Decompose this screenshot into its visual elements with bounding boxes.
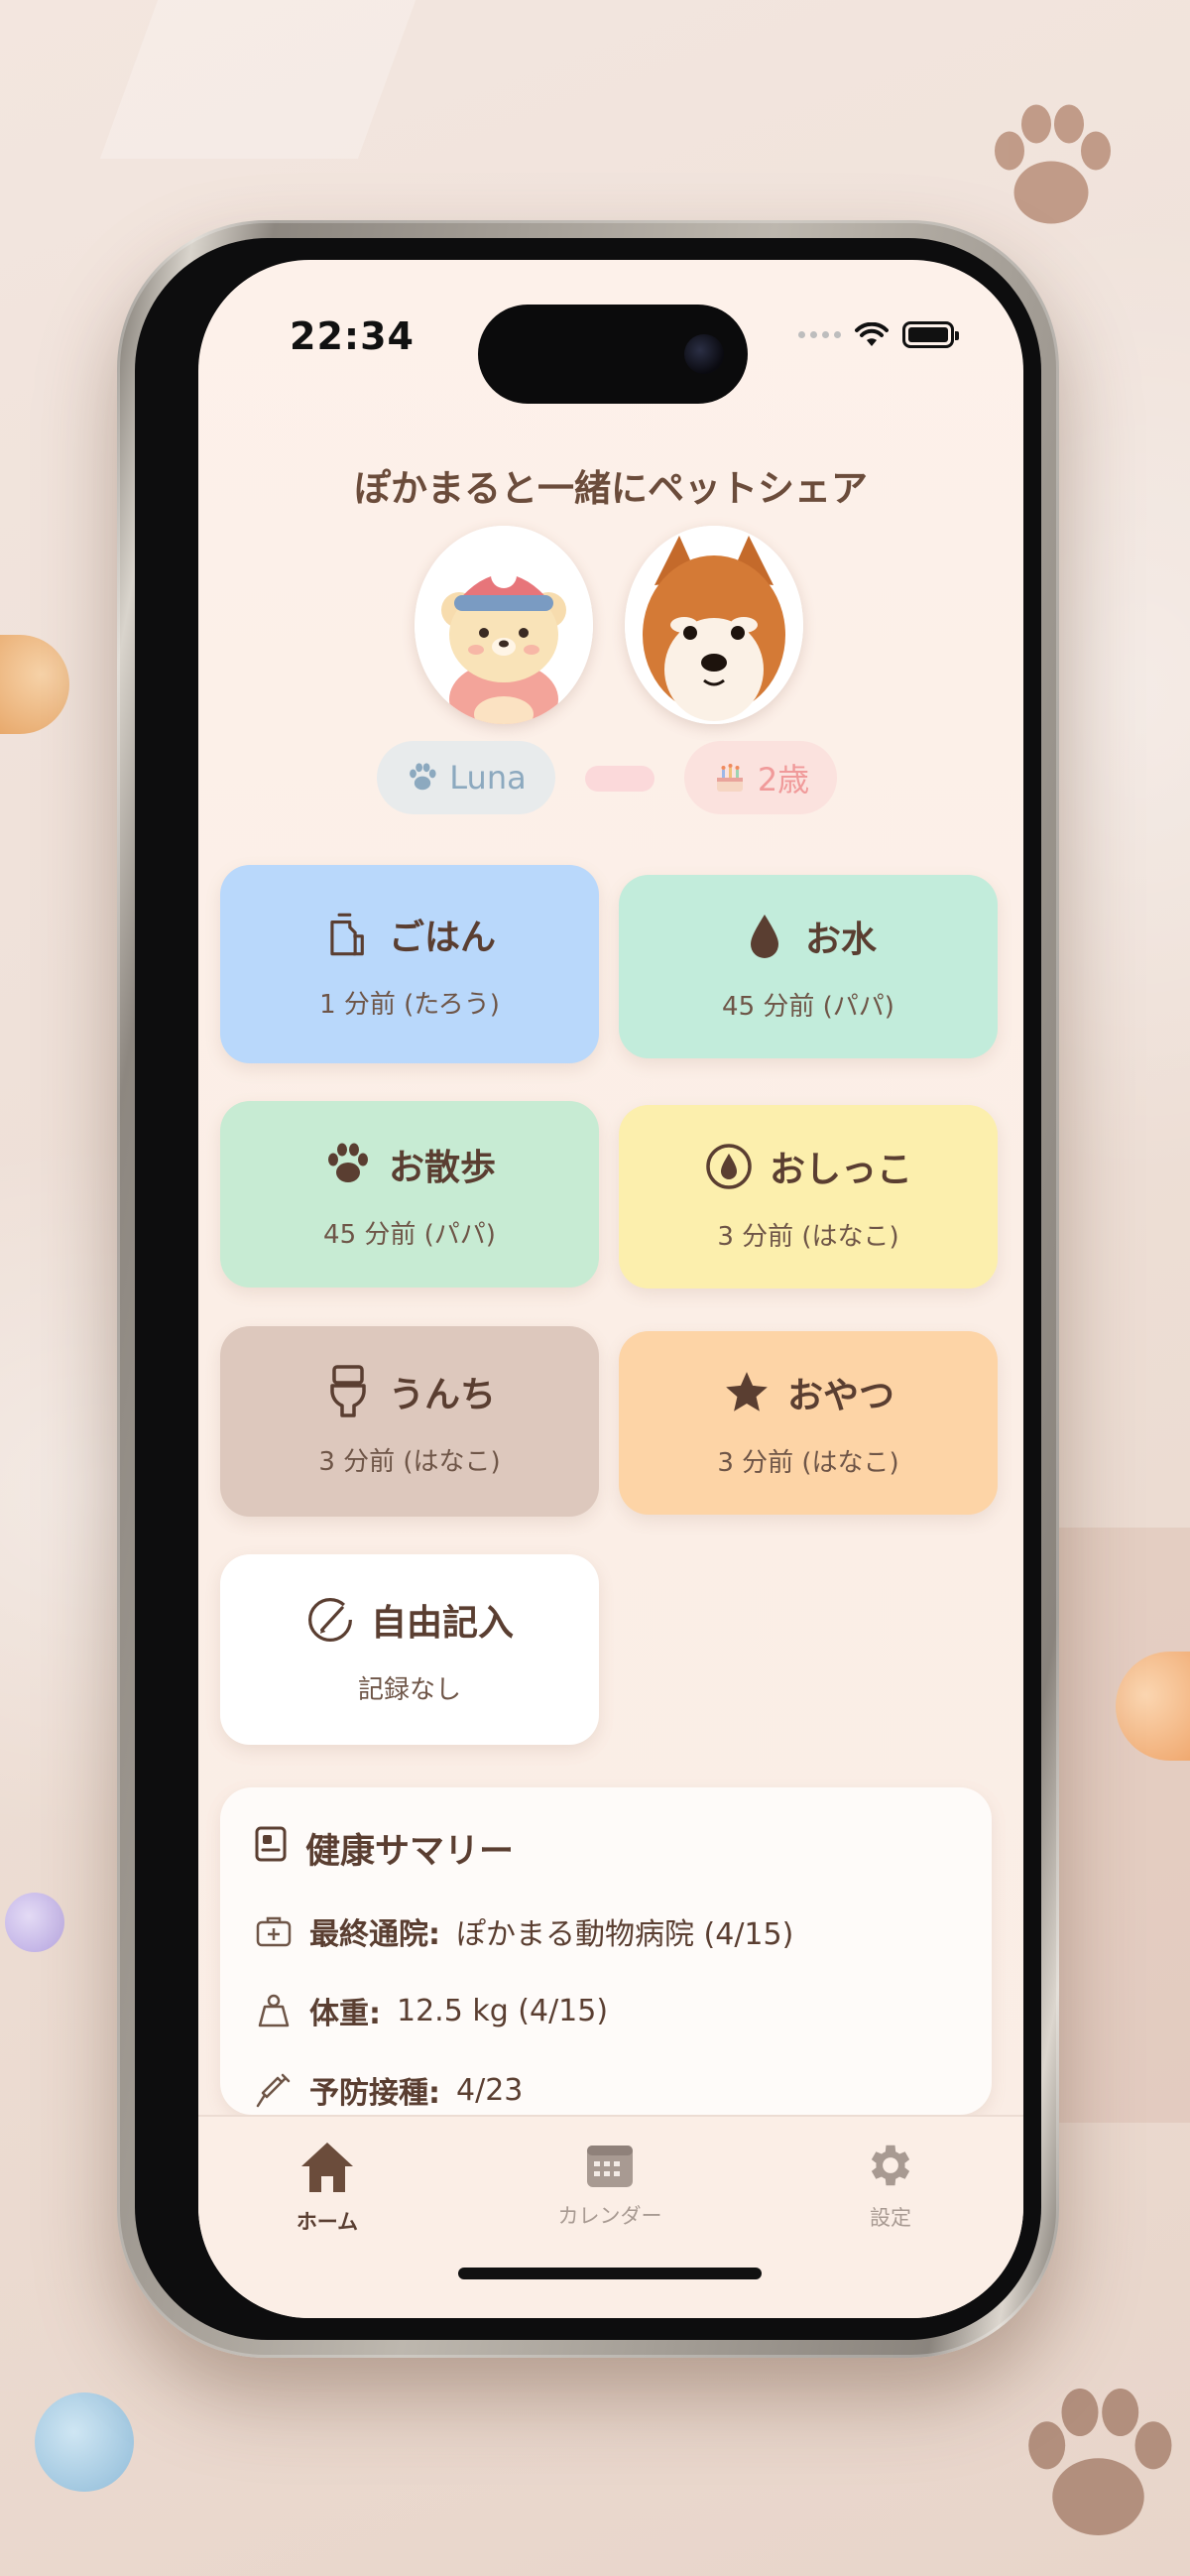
paw-icon xyxy=(410,763,436,791)
star-icon xyxy=(722,1368,772,1417)
action-last-time: 45 分前 (パパ) xyxy=(722,992,894,1022)
health-label: 最終通院: xyxy=(309,1917,440,1952)
action-card-water[interactable]: お水 45 分前 (パパ) xyxy=(619,875,998,1058)
action-last-time: 記録なし xyxy=(357,1674,461,1705)
action-card-walk[interactable]: お散歩 45 分前 (パパ) xyxy=(220,1101,599,1288)
action-label: 自由記入 xyxy=(370,1602,514,1644)
health-value: 4/23 xyxy=(456,2072,524,2108)
health-value: ぽかまる動物病院 (4/15) xyxy=(456,1917,794,1952)
pet-name-chip[interactable]: Luna xyxy=(377,741,555,814)
pet-age-chip[interactable]: 2歳 xyxy=(684,741,837,814)
tab-calendar[interactable]: カレンダー xyxy=(511,2139,709,2230)
health-label: 予防接種: xyxy=(309,2076,440,2111)
food-bag-icon xyxy=(323,910,373,959)
mascot-avatar[interactable] xyxy=(415,526,593,724)
edit-icon xyxy=(305,1595,355,1645)
health-row-vaccination: 予防接種: 4/23 xyxy=(254,2068,958,2112)
action-label: うんち xyxy=(388,1374,496,1415)
action-card-treat[interactable]: おやつ 3 分前 (はなこ) xyxy=(619,1331,998,1515)
decor-ball xyxy=(0,635,69,734)
health-row-last-visit: 最終通院: ぽかまる動物病院 (4/15) xyxy=(254,1909,958,1953)
pet-divider-chip xyxy=(585,766,654,792)
clipboard-icon xyxy=(254,1825,288,1872)
pet-age: 2歳 xyxy=(757,761,810,798)
action-label: ごはん xyxy=(388,917,496,958)
paw-icon xyxy=(323,1140,373,1189)
wifi-icon xyxy=(855,321,889,346)
camera-icon xyxy=(684,334,724,374)
status-icons xyxy=(798,321,959,348)
pee-drop-icon xyxy=(704,1142,754,1191)
action-card-food[interactable]: ごはん 1 分前 (たろう) xyxy=(220,865,599,1063)
health-row-weight: 体重: 12.5 kg (4/15) xyxy=(254,1989,958,2032)
weight-icon xyxy=(254,1991,294,2030)
action-last-time: 3 分前 (はなこ) xyxy=(318,1446,501,1477)
tab-label: ホーム xyxy=(296,2210,359,2234)
health-summary-title: 健康サマリー xyxy=(305,1832,515,1872)
action-card-free-entry[interactable]: 自由記入 記録なし xyxy=(220,1554,599,1745)
medical-kit-icon xyxy=(254,1911,294,1951)
paw-print-icon xyxy=(995,104,1111,224)
battery-icon xyxy=(902,321,959,348)
action-last-time: 1 分前 (たろう) xyxy=(319,989,500,1020)
page-title: ぽかまると一緒にペットシェア xyxy=(354,467,868,510)
signal-icon xyxy=(798,331,841,338)
action-card-poop[interactable]: うんち 3 分前 (はなこ) xyxy=(220,1326,599,1517)
dynamic-island xyxy=(478,305,748,404)
health-label: 体重: xyxy=(309,1997,381,2031)
pet-name: Luna xyxy=(449,759,527,797)
calendar-icon xyxy=(587,2146,633,2187)
health-summary-card[interactable]: 健康サマリー 最終通院: ぽかまる動物病院 (4/15) 体重: 12.5 kg… xyxy=(220,1787,992,2115)
tab-bar: ホーム カレンダー 設定 xyxy=(198,2115,1023,2318)
action-card-pee[interactable]: おしっこ 3 分前 (はなこ) xyxy=(619,1105,998,1288)
decor-ball xyxy=(35,2392,134,2492)
action-label: おしっこ xyxy=(769,1150,912,1190)
toilet-icon xyxy=(323,1364,373,1417)
shiba-dog-icon xyxy=(625,526,803,724)
action-label: おやつ xyxy=(786,1376,894,1416)
tab-home[interactable]: ホーム xyxy=(228,2139,426,2236)
birthday-cake-icon xyxy=(716,764,743,792)
action-last-time: 3 分前 (はなこ) xyxy=(717,1448,899,1478)
water-drop-icon xyxy=(740,912,789,961)
status-time: 22:34 xyxy=(290,314,415,358)
action-label: お散歩 xyxy=(388,1147,496,1188)
tab-label: 設定 xyxy=(870,2206,911,2230)
background-shape xyxy=(99,0,416,159)
tab-settings[interactable]: 設定 xyxy=(791,2139,990,2232)
home-icon xyxy=(301,2143,353,2192)
action-label: お水 xyxy=(804,920,877,960)
gear-icon xyxy=(871,2145,910,2186)
pet-avatar[interactable] xyxy=(625,526,803,724)
decor-ball xyxy=(5,1893,64,1952)
health-value: 12.5 kg (4/15) xyxy=(397,1993,609,2028)
app-screen: 22:34 ぽかまると一緒にペットシェア Luna 2歳 ごはん 1 分前 (た… xyxy=(198,260,1023,2318)
home-indicator[interactable] xyxy=(458,2268,762,2279)
action-last-time: 3 分前 (はなこ) xyxy=(717,1222,899,1252)
paw-print-icon xyxy=(1028,2388,1172,2535)
bear-mascot-icon xyxy=(415,526,593,724)
action-last-time: 45 分前 (パパ) xyxy=(323,1219,496,1250)
syringe-icon xyxy=(254,2070,294,2110)
tab-label: カレンダー xyxy=(557,2204,662,2228)
